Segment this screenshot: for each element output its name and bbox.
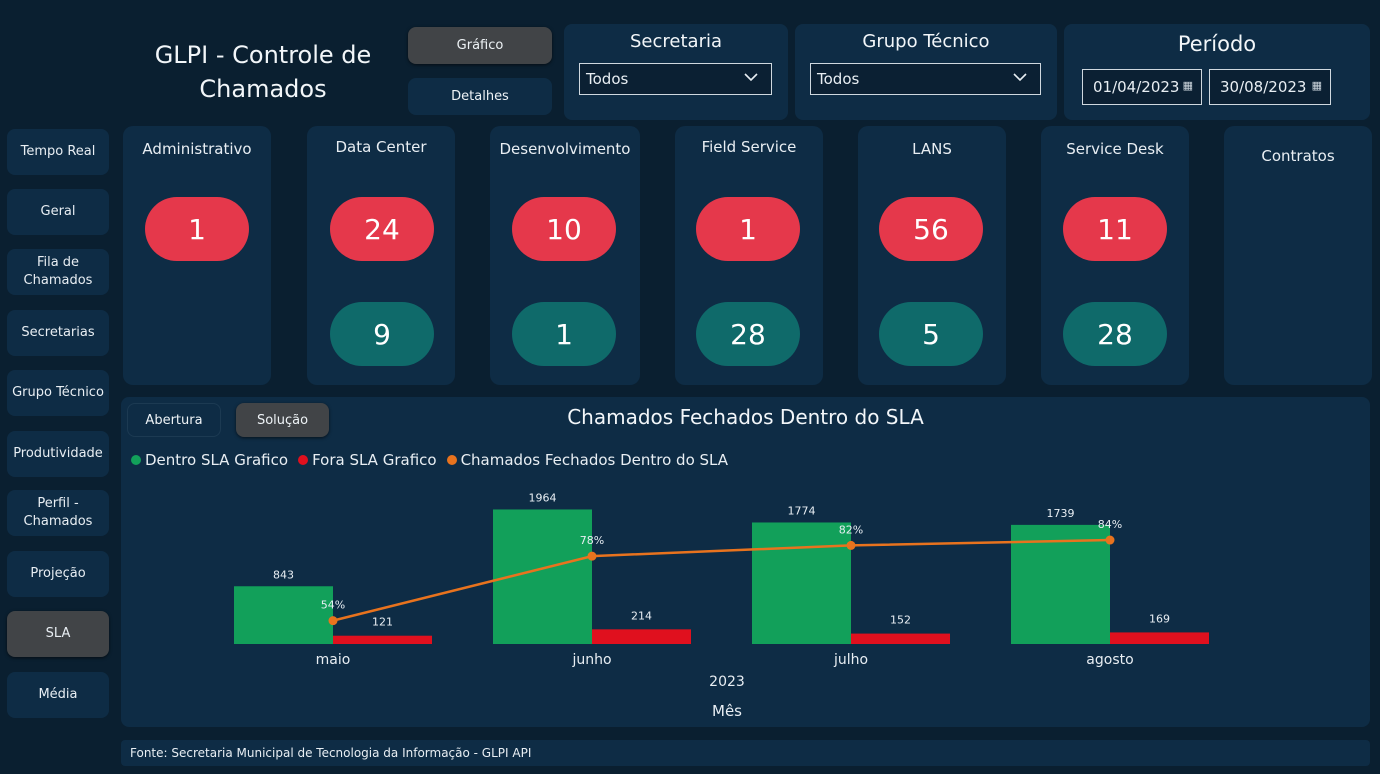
end-date-value: 30/08/2023 (1220, 78, 1307, 96)
sidebar-item-fila-de-chamados[interactable]: Fila de Chamados (7, 249, 109, 295)
data-label-fora: 169 (1149, 612, 1170, 625)
group-name: Field Service (701, 138, 797, 156)
sidebar-item-geral[interactable]: Geral (7, 189, 109, 235)
calendar-icon[interactable]: ▦ (1312, 79, 1322, 92)
bar-fora-sla (333, 635, 432, 644)
group-name: Contratos (1261, 147, 1335, 165)
x-tick-label: maio (316, 652, 351, 668)
data-label-dentro: 843 (273, 568, 294, 581)
x-tick-label: junho (571, 652, 611, 668)
chart-line: 54% 78% 82% 84% (321, 518, 1122, 626)
sidebar-item-label: Perfil - Chamados (23, 496, 93, 529)
sla-chart: 843 121 maio 1964 214 junho 1774 152 julho 1739 16… (234, 491, 1209, 720)
chevron-down-icon (1012, 69, 1028, 89)
bar-dentro-sla (234, 586, 333, 644)
sidebar-item-tempo-real[interactable]: Tempo Real (7, 129, 109, 175)
group-name: Administrativo (142, 140, 252, 158)
pending-count-badge: 1 (512, 302, 616, 366)
secretaria-label: Secretaria (630, 31, 722, 52)
start-date-value: 01/04/2023 (1093, 78, 1180, 96)
sla-percent-line (332, 538, 1111, 622)
bar-dentro-sla (752, 522, 851, 644)
pending-count-badge: 28 (696, 302, 800, 366)
start-date-input[interactable]: 01/04/2023 ▦ (1082, 69, 1202, 105)
sla-percent-point (846, 540, 856, 550)
bar-fora-sla (851, 633, 950, 644)
group-name: Desenvolvimento (499, 140, 631, 158)
periodo-label: Período (1177, 32, 1257, 56)
open-count-badge: 24 (330, 197, 434, 261)
group-card-lans: LANS 56 5 (858, 126, 1006, 385)
pending-count-badge: 28 (1063, 302, 1167, 366)
group-name: LANS (912, 140, 952, 158)
open-count-badge: 1 (145, 197, 249, 261)
detalhes-button[interactable]: Detalhes (408, 78, 552, 115)
group-card-desenvolvimento: Desenvolvimento 10 1 (490, 126, 640, 385)
sidebar-item-projecao[interactable]: Projeção (7, 551, 109, 597)
pending-count-badge: 9 (330, 302, 434, 366)
group-card-contratos: Contratos (1224, 126, 1372, 385)
sla-percent-label: 78% (580, 534, 604, 547)
secretaria-filter: Secretaria Todos (564, 24, 788, 120)
data-label-dentro: 1739 (1047, 507, 1075, 520)
sidebar-item-label: Fila de Chamados (23, 255, 93, 288)
pending-count-badge: 5 (879, 302, 983, 366)
sla-percent-label: 82% (839, 523, 863, 536)
grafico-button[interactable]: Gráfico (408, 27, 552, 64)
open-count-badge: 1 (696, 197, 800, 261)
group-name: Service Desk (1066, 140, 1164, 158)
page-title: GLPI - Controle de Chamados (154, 41, 372, 103)
end-date-input[interactable]: 30/08/2023 ▦ (1209, 69, 1331, 105)
data-label-fora: 152 (890, 614, 911, 627)
sla-percent-label: 84% (1098, 518, 1122, 531)
group-card-data-center: Data Center 24 9 (307, 126, 455, 385)
data-label-dentro: 1964 (529, 491, 557, 504)
x-axis-title: Mês (712, 702, 742, 720)
secretaria-dropdown[interactable]: Todos (579, 63, 772, 95)
open-count-badge: 56 (879, 197, 983, 261)
x-tick-label: julho (833, 652, 868, 668)
chevron-down-icon (743, 69, 759, 89)
grupo-tecnico-filter: Grupo Técnico Todos (795, 24, 1057, 120)
periodo-filter: Período 01/04/2023 ▦ 30/08/2023 ▦ (1064, 24, 1370, 120)
sidebar-item-media[interactable]: Média (7, 672, 109, 718)
group-name: Data Center (335, 138, 427, 156)
bar-fora-sla (1110, 632, 1209, 644)
sidebar-item-produtividade[interactable]: Produtividade (7, 431, 109, 477)
sidebar-item-grupo-tecnico[interactable]: Grupo Técnico (7, 370, 109, 416)
x-axis-year-label: 2023 (709, 674, 745, 690)
grupo-tecnico-label: Grupo Técnico (862, 31, 990, 52)
source-footer: Fonte: Secretaria Municipal de Tecnologi… (121, 740, 1370, 766)
sla-percent-point (328, 616, 338, 626)
data-label-dentro: 1774 (788, 504, 816, 517)
chart-bars: 843 121 maio 1964 214 junho 1774 152 julho 1739 16… (234, 491, 1209, 668)
sla-percent-point (587, 551, 597, 561)
calendar-icon[interactable]: ▦ (1183, 79, 1193, 92)
group-card-service-desk: Service Desk 11 28 (1041, 126, 1189, 385)
group-card-administrativo: Administrativo 1 (123, 126, 271, 385)
grupo-tecnico-dropdown[interactable]: Todos (810, 63, 1041, 95)
bar-fora-sla (592, 629, 691, 644)
group-card-field-service: Field Service 1 28 (675, 126, 823, 385)
grupo-tecnico-value: Todos (817, 70, 860, 88)
sla-percent-point (1105, 535, 1115, 545)
sidebar-item-secretarias[interactable]: Secretarias (7, 310, 109, 356)
sla-percent-label: 54% (321, 599, 345, 612)
sidebar-item-sla[interactable]: SLA (7, 611, 109, 657)
x-tick-label: agosto (1086, 652, 1133, 668)
sla-chart-panel: Abertura Solução Chamados Fechados Dentr… (121, 397, 1370, 727)
sidebar-item-perfil-chamados[interactable]: Perfil - Chamados (7, 490, 109, 536)
data-label-fora: 121 (372, 616, 393, 629)
data-label-fora: 214 (631, 609, 652, 622)
open-count-badge: 10 (512, 197, 616, 261)
secretaria-value: Todos (586, 70, 629, 88)
open-count-badge: 11 (1063, 197, 1167, 261)
